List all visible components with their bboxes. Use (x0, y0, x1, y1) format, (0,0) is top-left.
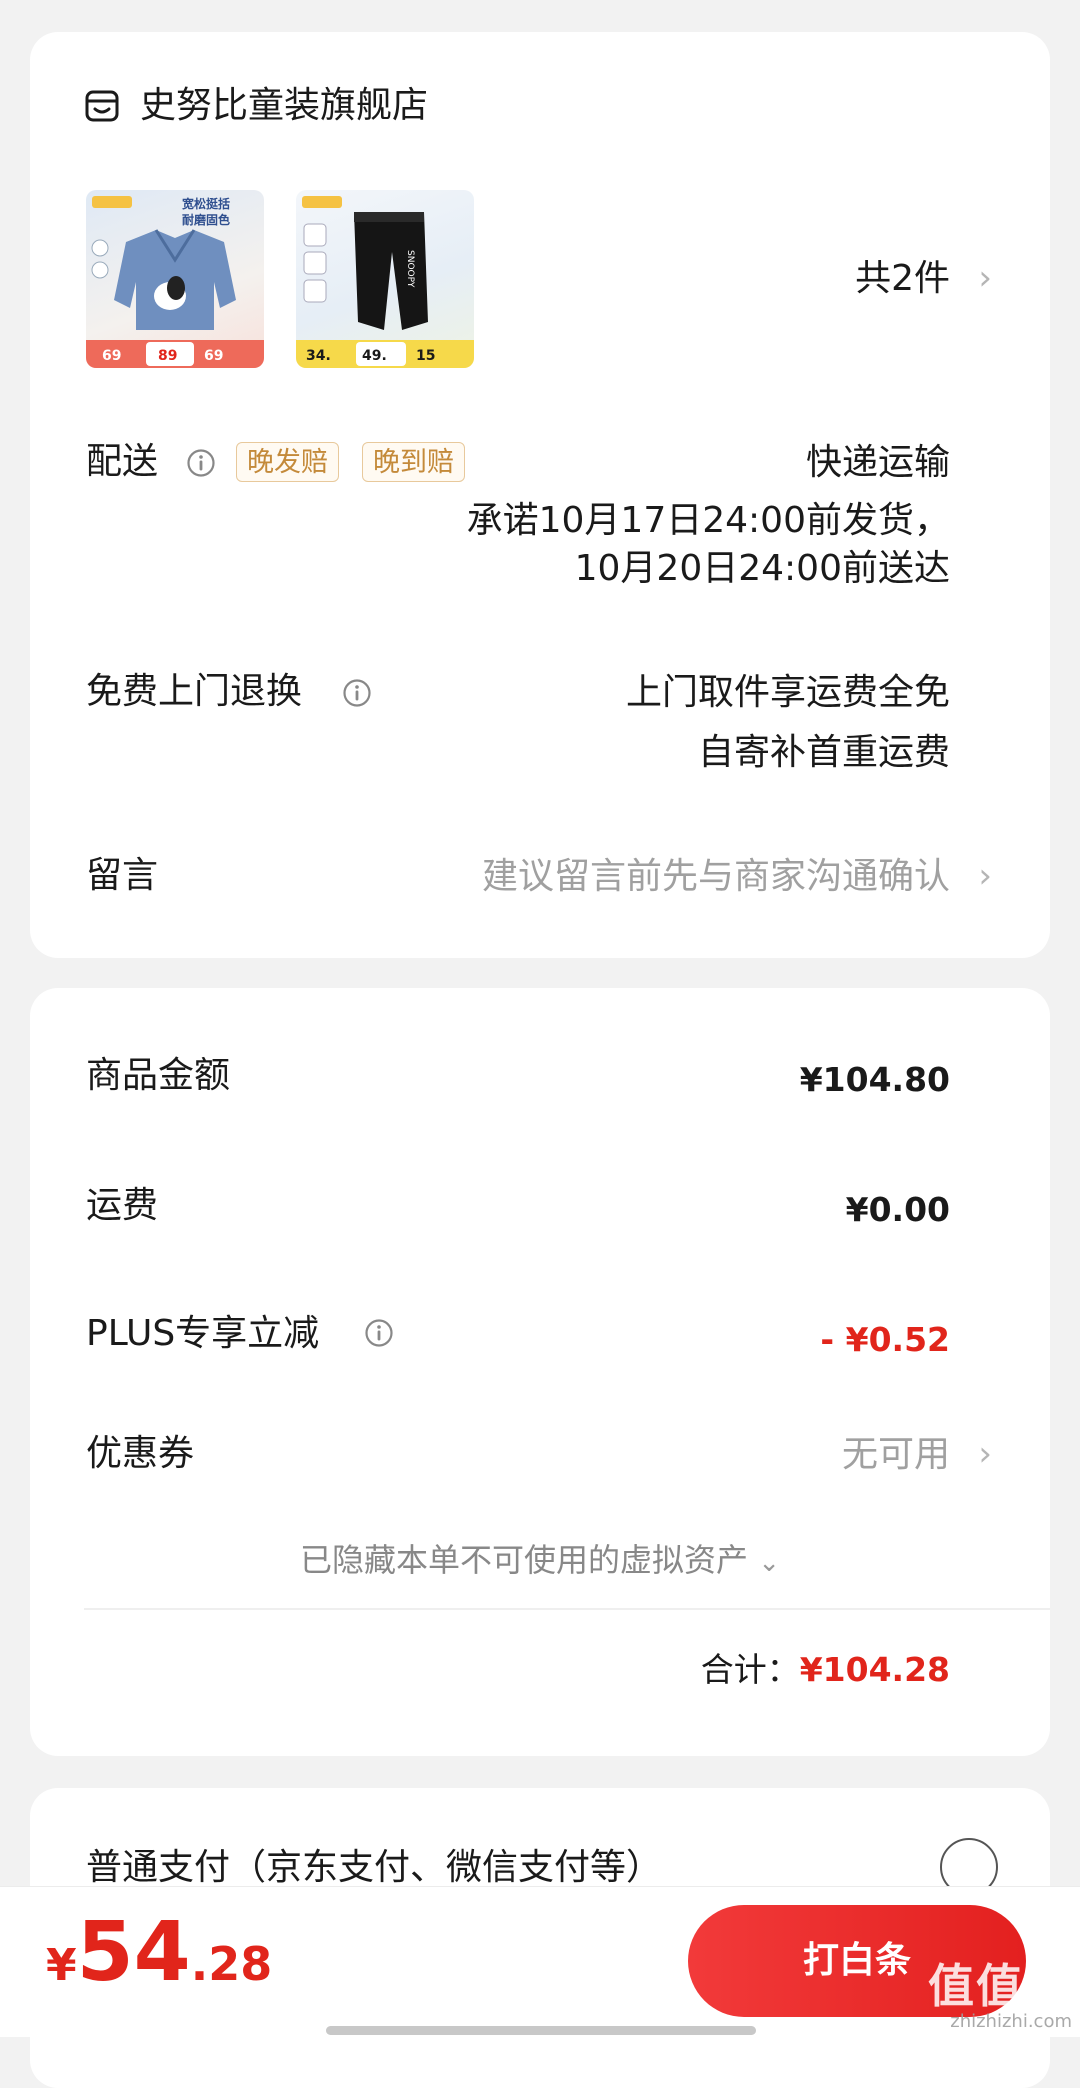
watermark-logo: 值值值 (928, 1959, 1072, 2013)
late-arrival-tag: 晚到赔 (362, 442, 465, 482)
watermark-url: zhizhizhi.com (950, 2011, 1072, 2032)
svg-text:69: 69 (102, 348, 121, 364)
free-return-label: 免费上门退换 (86, 671, 303, 712)
chevron-right-icon[interactable]: › (978, 854, 992, 898)
svg-text:89: 89 (158, 348, 177, 364)
goods-amount-value: ¥104.80 (799, 1060, 950, 1099)
hidden-assets-text: 已隐藏本单不可使用的虚拟资产 (300, 1541, 749, 1579)
goods-amount-label: 商品金额 (86, 1055, 231, 1096)
price-decimal: .28 (190, 1937, 273, 1991)
shipping-label: 运费 (86, 1185, 159, 1226)
price-integer: 54 (76, 1905, 191, 2000)
normal-payment-label: 普通支付（京东支付、微信支付等） (86, 1847, 663, 1888)
total-label: 合计： (700, 1650, 800, 1689)
pay-price: ¥54.28 (46, 1905, 272, 2001)
delivery-label: 配送 (86, 441, 159, 482)
late-shipping-tag: 晚发赔 (236, 442, 339, 482)
delivery-method[interactable]: 快递运输 (806, 440, 950, 486)
chevron-right-icon[interactable]: › (978, 256, 992, 300)
message-label: 留言 (86, 855, 159, 896)
amount-card: 商品金额 ¥104.80 运费 ¥0.00 PLUS专享立减 - ¥0.52 优… (30, 988, 1050, 1756)
bottom-bar: ¥54.28 打白条 值值值 zhizhizhi.com (0, 1886, 1080, 2037)
pants-image: SNOOPY 34. 49. 15 (296, 196, 474, 368)
plus-discount-value: - ¥0.52 (820, 1320, 950, 1359)
coupon-value[interactable]: 无可用 (842, 1432, 950, 1478)
total-value: ¥104.28 (799, 1650, 950, 1689)
svg-text:SNOOPY: SNOOPY (405, 250, 415, 288)
coupon-label: 优惠券 (86, 1433, 195, 1474)
chevron-right-icon[interactable]: › (978, 1432, 992, 1476)
product-count[interactable]: 共2件 (855, 256, 950, 302)
svg-text:49.: 49. (362, 348, 387, 364)
home-indicator[interactable] (326, 2026, 756, 2035)
info-icon[interactable] (364, 1318, 394, 1348)
product-thumbnail-jacket[interactable]: 宽松挺括 耐磨固色 69 89 69 (86, 190, 264, 368)
delivery-promise-line2: 10月20日24:00前送达 (574, 548, 950, 589)
jacket-promo-text: 宽松挺括 (181, 196, 230, 211)
delivery-promise-line1: 承诺10月17日24:00前发货， (466, 500, 950, 541)
product-thumbnail-pants[interactable]: SNOOPY 34. 49. 15 (296, 190, 474, 368)
info-icon[interactable] (342, 678, 372, 708)
store-icon (85, 90, 119, 122)
svg-text:69: 69 (204, 348, 223, 364)
info-icon[interactable] (186, 448, 216, 478)
svg-text:15: 15 (416, 348, 435, 364)
chevron-down-icon: ⌄ (758, 1548, 780, 1578)
free-return-line2: 自寄补首重运费 (697, 732, 950, 773)
divider (84, 1608, 1050, 1610)
jacket-promo-text-2: 耐磨固色 (182, 212, 230, 227)
store-card: 史努比童装旗舰店 宽松挺括 耐磨固色 69 89 69 SNOOPY 34. 4… (30, 32, 1050, 958)
order-total: 合计：¥104.28 (701, 1648, 950, 1692)
store-name[interactable]: 史努比童装旗舰店 (140, 84, 428, 128)
svg-text:34.: 34. (306, 348, 331, 364)
watermark: 值值值 zhizhizhi.com (928, 1961, 1072, 2033)
plus-discount-label: PLUS专享立减 (86, 1313, 320, 1354)
shipping-value: ¥0.00 (845, 1190, 950, 1229)
jacket-image: 宽松挺括 耐磨固色 69 89 69 (86, 196, 264, 368)
hidden-assets-toggle[interactable]: 已隐藏本单不可使用的虚拟资产 ⌄ (30, 1538, 1050, 1585)
currency-symbol: ¥ (46, 1940, 77, 1991)
free-return-line1: 上门取件享运费全免 (625, 672, 950, 713)
message-input[interactable]: 建议留言前先与商家沟通确认 (482, 854, 950, 900)
